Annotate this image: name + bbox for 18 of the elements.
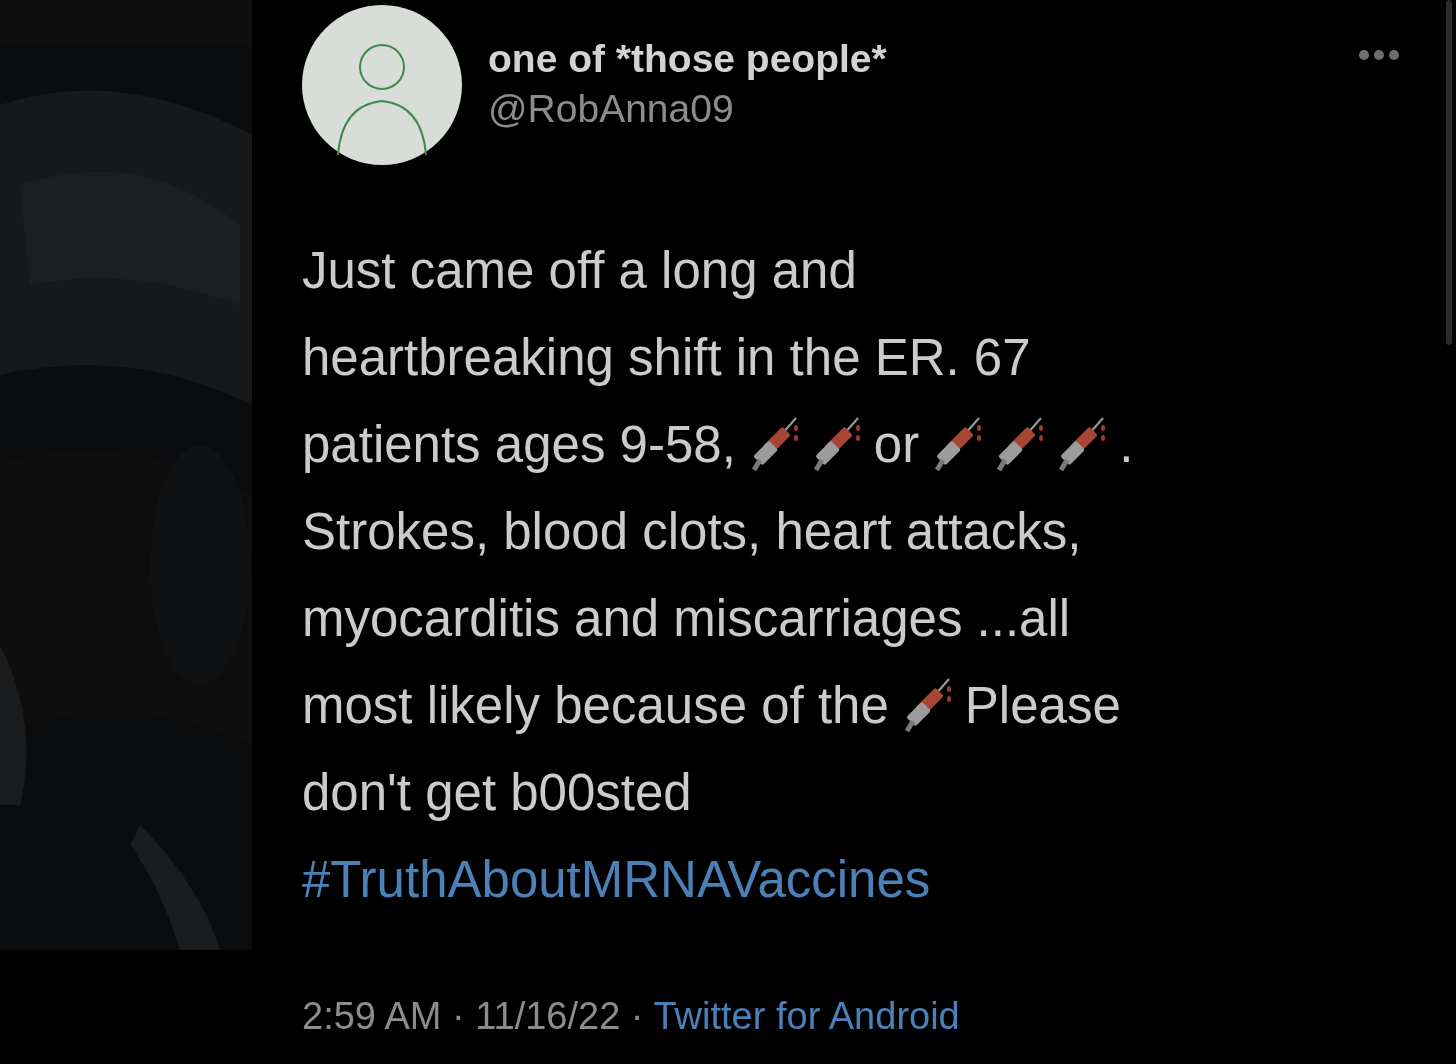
hashtag-link[interactable]: #TruthAboutMRNAVaccines [302,850,931,909]
tweet-text: . [1119,415,1134,474]
tweet-text: don't get b00sted [302,763,692,822]
tweet-text: or [873,415,920,474]
tweet-text: Please [964,676,1121,735]
scrollbar[interactable] [1446,0,1452,345]
source-link[interactable]: Twitter for Android [653,995,960,1038]
tweet-text: patients ages 9-58, [302,415,736,474]
tweet-text: myocarditis and miscarriages ...all [302,589,1071,648]
username[interactable]: @RobAnna09 [488,87,887,131]
display-name[interactable]: one of *those people* [488,37,887,81]
tweet-text: Strokes, blood clots, heart attacks, [302,502,1082,561]
avatar[interactable] [302,5,462,165]
more-icon[interactable] [1357,48,1401,62]
tweet-text: most likely because of the [302,676,889,735]
tweet-timestamp: 2:59 AM · 11/16/22 · [302,995,644,1038]
tweet-text: Just came off a long and [302,241,857,300]
tweet-text: heartbreaking shift in the ER. 67 [302,328,1031,387]
